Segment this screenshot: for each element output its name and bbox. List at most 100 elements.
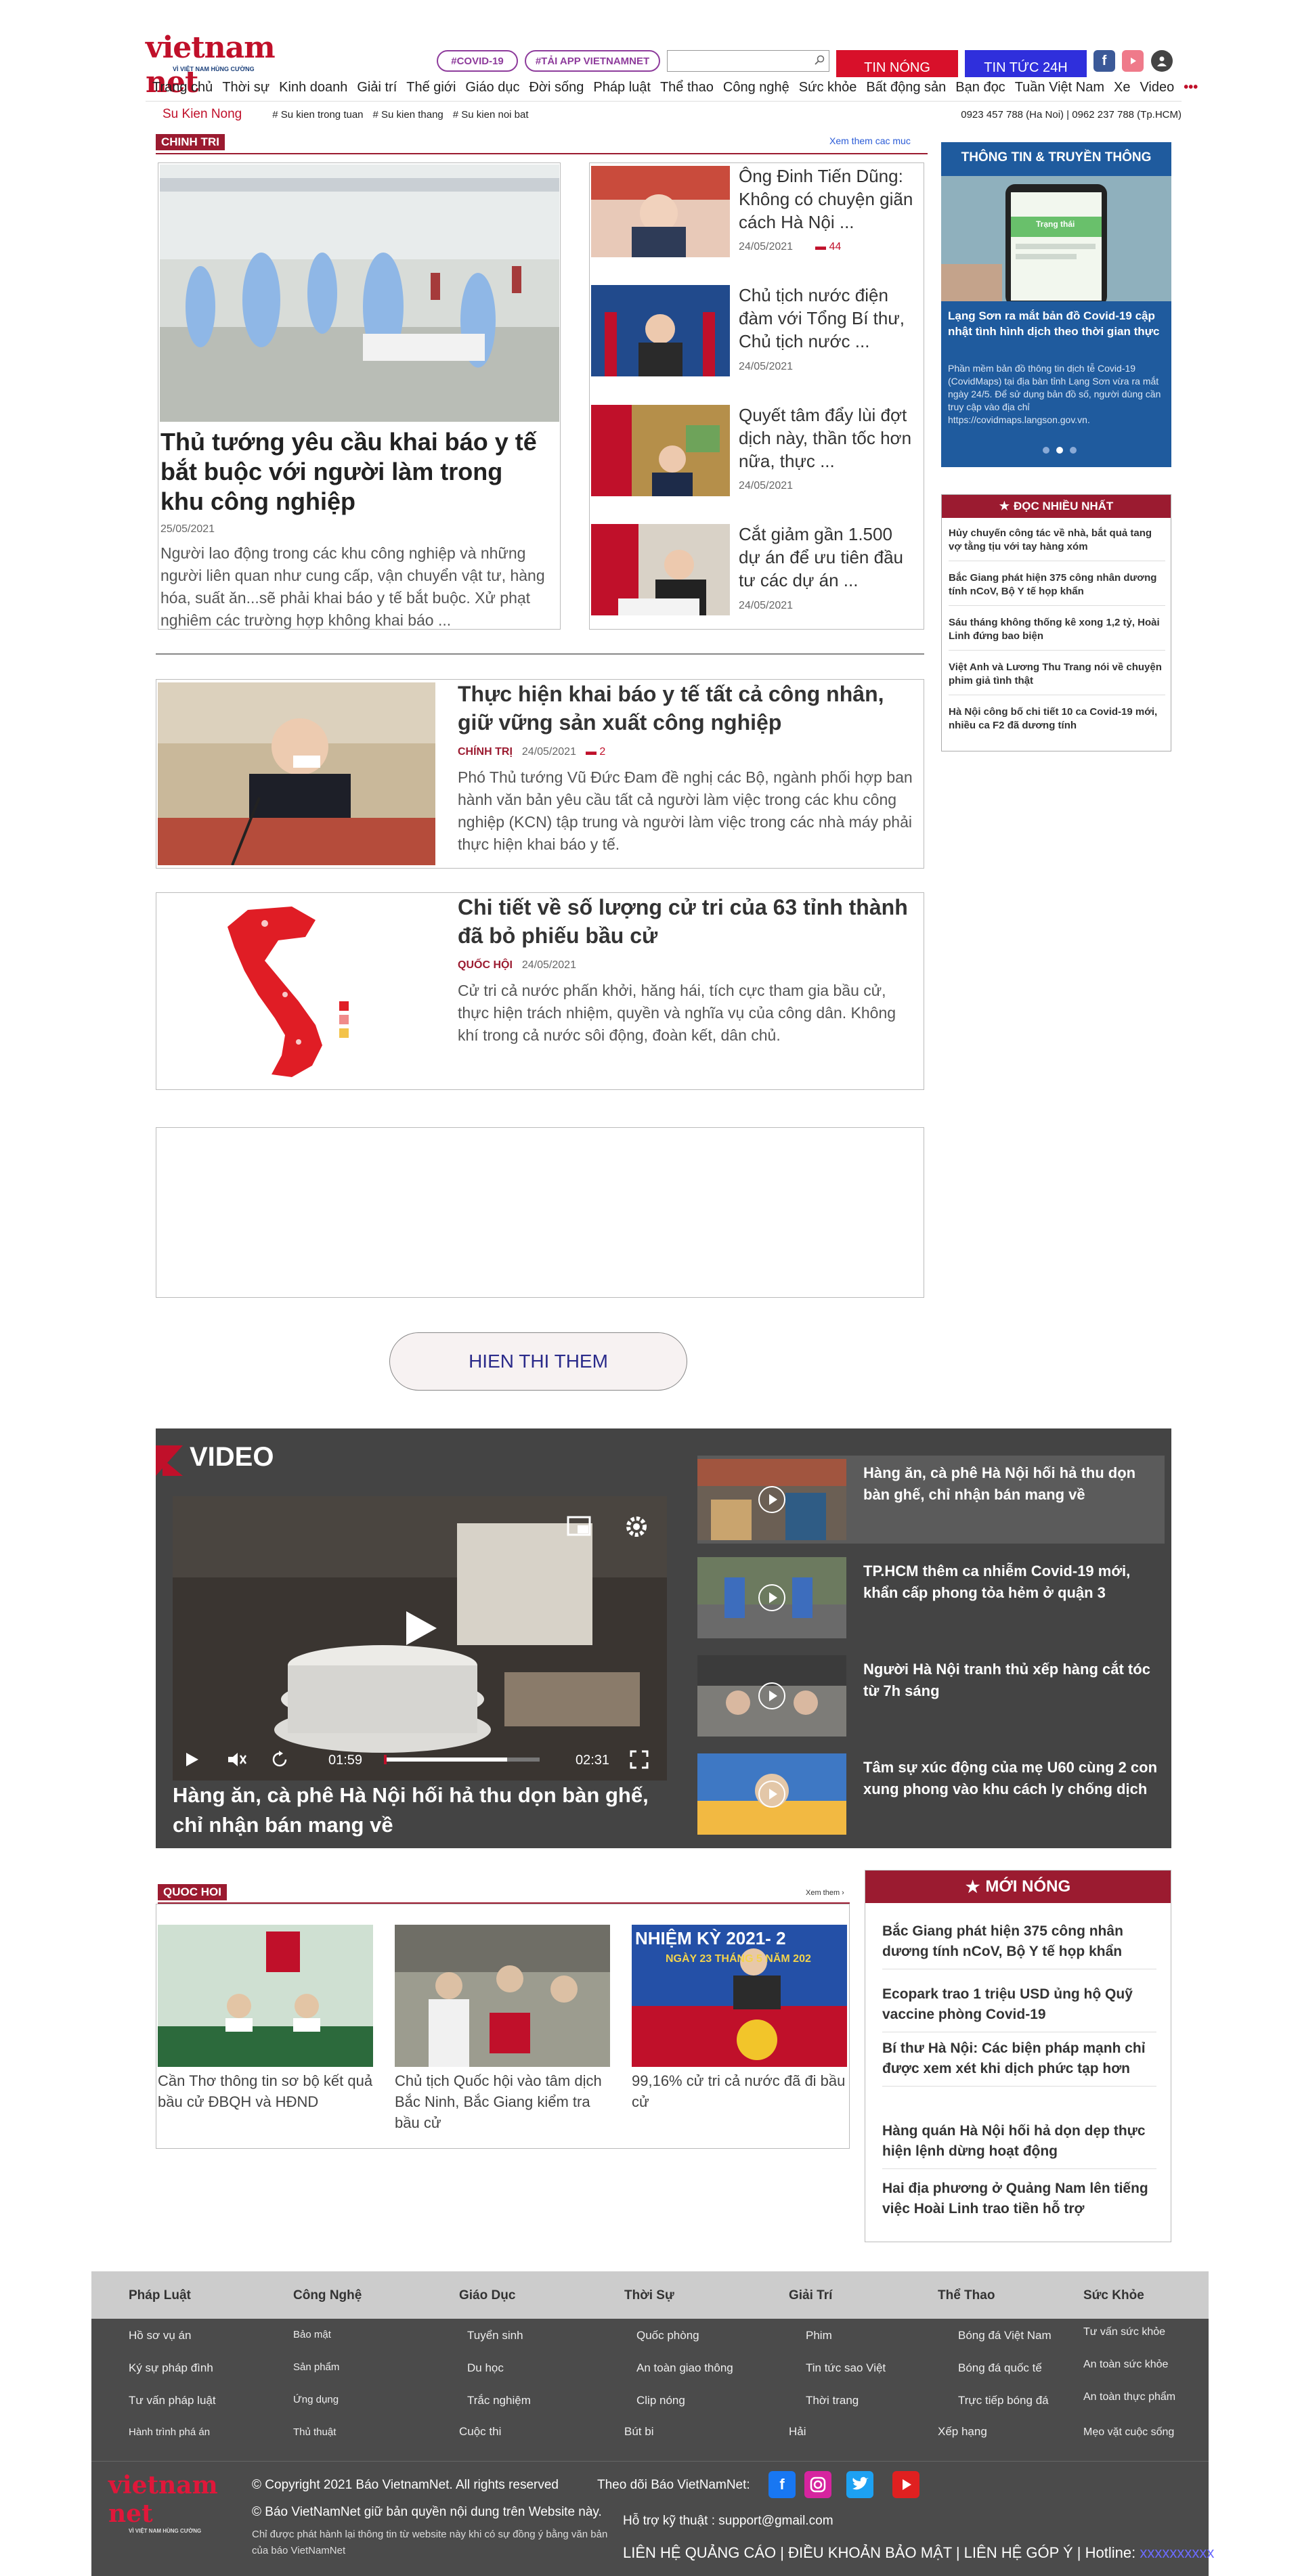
footer-link[interactable]: Hành trình phá án <box>129 2426 210 2438</box>
footer-link[interactable]: Clip nóng <box>636 2394 685 2407</box>
side-article-title[interactable]: Chủ tịch nước điện đàm với Tổng Bí thư, … <box>739 284 915 353</box>
nav-item-tuan-viet-nam[interactable]: Tuần Việt Nam <box>1015 80 1104 95</box>
moi-nong-item[interactable]: Bí thư Hà Nội: Các biện pháp mạnh chỉ đư… <box>882 2038 1156 2087</box>
footer-link[interactable]: Xếp hạng <box>938 2425 987 2439</box>
footer-col-head[interactable]: Thời Sự <box>624 2288 674 2303</box>
quoc-hoi-item-title[interactable]: 99,16% cử tri cả nước đã đi bầu cử <box>632 2070 847 2112</box>
nav-item-bat-dong-san[interactable]: Bất động sản <box>866 80 946 95</box>
footer-link[interactable]: Sản phẩm <box>293 2361 339 2373</box>
moi-nong-item[interactable]: Bắc Giang phát hiện 375 công nhân dương … <box>882 1921 1156 1969</box>
footer-link[interactable]: An toàn thực phẩm <box>1083 2391 1175 2403</box>
video-list-item[interactable]: TP.HCM thêm ca nhiễm Covid-19 mới, khẩn … <box>697 1554 1165 1642</box>
user-account-icon[interactable] <box>1151 50 1173 72</box>
settings-gear-icon[interactable] <box>623 1513 650 1540</box>
footer-col-head[interactable]: Giáo Dục <box>459 2288 515 2303</box>
doc-nhieu-item[interactable]: Việt Anh và Lương Thu Trang nói về chuyệ… <box>949 661 1165 695</box>
footer-link[interactable]: Mẹo vặt cuộc sống <box>1083 2426 1174 2439</box>
carousel-dot[interactable] <box>1043 447 1049 454</box>
play-circle-icon[interactable] <box>758 1682 785 1709</box>
footer-logo[interactable]: vietnam net VÌ VIỆT NAM HÙNG CƯỜNG <box>108 2471 223 2534</box>
nav-item-the-gioi[interactable]: Thế giới <box>406 80 456 95</box>
search-icon[interactable] <box>814 55 825 66</box>
doc-nhieu-item[interactable]: Sáu tháng không thống kê xong 1,2 tỷ, Ho… <box>949 616 1165 651</box>
xem-them-link[interactable]: Xem them › <box>806 1889 844 1897</box>
video-list-title[interactable]: Tâm sự xúc động của mẹ U60 cùng 2 con xu… <box>863 1757 1161 1800</box>
footer-link[interactable]: Cuộc thi <box>459 2425 501 2439</box>
article-title[interactable]: Chi tiết về số lượng cử tri của 63 tỉnh … <box>458 893 911 950</box>
section-label-quoc-hoi[interactable]: QUOC HOI <box>158 1884 227 1900</box>
nav-item-cong-nghe[interactable]: Công nghệ <box>723 80 789 95</box>
footer-link[interactable]: Hải <box>789 2425 806 2439</box>
footer-link[interactable]: Thời trang <box>806 2394 859 2407</box>
fullscreen-icon[interactable] <box>630 1750 649 1769</box>
doc-nhieu-item[interactable]: Hà Nội công bố chi tiết 10 ca Covid-19 m… <box>949 705 1165 739</box>
footer-contact-links[interactable]: LIÊN HỆ QUẢNG CÁO | ĐIỀU KHOẢN BẢO MẬT |… <box>623 2544 1135 2561</box>
quoc-hoi-photo[interactable] <box>158 1925 373 2067</box>
covid-tag-pill[interactable]: #COVID-19 <box>437 50 518 72</box>
nav-item-the-thao[interactable]: Thể thao <box>660 80 714 95</box>
footer-col-head[interactable]: Thể Thao <box>938 2288 995 2303</box>
nav-item-kinh-doanh[interactable]: Kinh doanh <box>279 80 347 95</box>
side-article-photo[interactable] <box>591 524 730 615</box>
article-category[interactable]: CHÍNH TRỊ <box>458 746 513 758</box>
play-circle-icon[interactable] <box>758 1584 785 1611</box>
footer-instagram-icon[interactable] <box>804 2471 831 2498</box>
footer-col-head[interactable]: Sức Khỏe <box>1083 2288 1144 2303</box>
lead-article-photo[interactable] <box>160 165 559 422</box>
video-player[interactable]: 01:59 02:31 <box>173 1496 667 1781</box>
doc-nhieu-item[interactable]: Bắc Giang phát hiện 375 công nhân dương … <box>949 571 1165 606</box>
app-download-pill[interactable]: #TẢI APP VIETNAMNET <box>525 50 660 72</box>
footer-hotline[interactable]: xxxxxxxxxx <box>1140 2544 1214 2561</box>
article-category[interactable]: QUỐC HỘI <box>458 959 513 972</box>
search-input[interactable] <box>667 50 829 72</box>
video-list-title[interactable]: Hàng ăn, cà phê Hà Nội hối hả thu dọn bà… <box>863 1462 1161 1506</box>
article-photo[interactable] <box>197 900 400 1083</box>
su-kien-nong-label[interactable]: Su Kien Nong <box>162 107 242 122</box>
article-title[interactable]: Thực hiện khai báo y tế tất cả công nhân… <box>458 680 911 737</box>
footer-col-head[interactable]: Công Nghệ <box>293 2288 362 2303</box>
picture-in-picture-icon[interactable] <box>565 1513 592 1540</box>
facebook-icon[interactable]: f <box>1093 50 1115 72</box>
footer-link[interactable]: Bút bi <box>624 2425 653 2439</box>
video-thumbnail[interactable] <box>697 1655 846 1737</box>
footer-col-head[interactable]: Pháp Luật <box>129 2288 191 2303</box>
doc-nhieu-item[interactable]: Hủy chuyến công tác về nhà, bắt quả tang… <box>949 527 1165 561</box>
footer-link[interactable]: Tin tức sao Việt <box>806 2361 886 2375</box>
xem-them-link[interactable]: Xem them cac muc <box>829 135 911 146</box>
play-circle-icon[interactable] <box>758 1781 785 1808</box>
side-article-title[interactable]: Cắt giảm gần 1.500 dự án để ưu tiên đầu … <box>739 523 915 592</box>
moi-nong-item[interactable]: Hàng quán Hà Nội hối hả dọn dẹp thực hiệ… <box>882 2121 1156 2169</box>
footer-support[interactable]: Hỗ trợ kỹ thuật : support@gmail.com <box>623 2514 833 2529</box>
play-overlay-icon[interactable] <box>399 1608 440 1649</box>
nav-item-trang-chu[interactable]: Trang chủ <box>152 80 213 95</box>
article-card[interactable]: Chi tiết về số lượng cử tri của 63 tỉnh … <box>156 892 924 1090</box>
nav-item-suc-khoe[interactable]: Sức khỏe <box>799 80 857 95</box>
youtube-icon[interactable] <box>1122 50 1144 72</box>
footer-link[interactable]: Hồ sơ vụ án <box>129 2329 191 2342</box>
side-article-photo[interactable] <box>591 405 730 496</box>
tag-su-kien-noi-bat[interactable]: # Su kien noi bat <box>453 109 529 121</box>
section-label-chinh-tri[interactable]: CHINH TRI <box>156 134 225 150</box>
replay-icon[interactable] <box>271 1750 290 1769</box>
lead-article-title[interactable]: Thủ tướng yêu cầu khai báo y tế bắt buộc… <box>160 427 550 517</box>
footer-link[interactable]: Tuyển sinh <box>467 2329 523 2342</box>
footer-link[interactable]: Phim <box>806 2329 832 2342</box>
footer-youtube-icon[interactable] <box>892 2471 919 2498</box>
side-article-photo[interactable] <box>591 285 730 376</box>
footer-twitter-icon[interactable] <box>846 2471 873 2498</box>
moi-nong-item[interactable]: Hai địa phương ở Quảng Nam lên tiếng việ… <box>882 2179 1156 2226</box>
play-circle-icon[interactable] <box>758 1486 785 1513</box>
video-progress-bar[interactable] <box>384 1755 540 1764</box>
nav-item-giai-tri[interactable]: Giải trí <box>357 80 397 95</box>
tin-nong-button[interactable]: TIN NÓNG <box>836 50 958 77</box>
nav-more-icon[interactable]: ••• <box>1184 80 1198 95</box>
lead-article-card[interactable]: Thủ tướng yêu cầu khai báo y tế bắt buộc… <box>158 162 561 630</box>
footer-col-head[interactable]: Giải Trí <box>789 2288 832 2303</box>
article-card[interactable]: Thực hiện khai báo y tế tất cả công nhân… <box>156 679 924 869</box>
moi-nong-item[interactable]: Ecopark trao 1 triệu USD ủng hộ Quỹ vacc… <box>882 1984 1156 2032</box>
carousel-dot[interactable] <box>1056 447 1063 454</box>
nav-item-video[interactable]: Video <box>1140 80 1174 95</box>
footer-facebook-icon[interactable]: f <box>768 2471 796 2498</box>
tag-su-kien-thang[interactable]: # Su kien thang <box>373 109 443 121</box>
video-list-item[interactable]: Tâm sự xúc động của mẹ U60 cùng 2 con xu… <box>697 1750 1165 1838</box>
